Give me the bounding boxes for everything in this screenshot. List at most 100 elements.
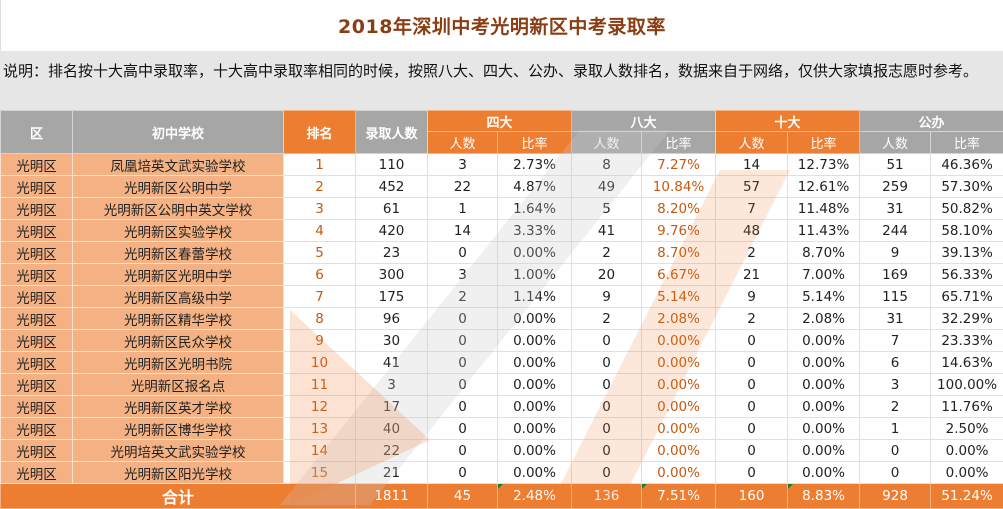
admitted-cell: 22	[356, 440, 428, 462]
top4-count-cell: 1	[428, 198, 498, 220]
top8-rate-cell: 7.27%	[642, 154, 716, 176]
top8-count-cell: 49	[572, 176, 642, 198]
rank-cell: 13	[284, 418, 356, 440]
public-count-cell: 1	[860, 418, 931, 440]
admitted-cell: 3	[356, 374, 428, 396]
rank-cell: 7	[284, 286, 356, 308]
school-cell: 光明新区公明中学	[73, 176, 284, 198]
total-top10-rate-value: 8.83%	[802, 488, 845, 504]
district-cell: 光明区	[1, 242, 73, 264]
top10-count-cell: 0	[716, 462, 788, 484]
header-district: 区	[1, 111, 73, 154]
rank-cell: 11	[284, 374, 356, 396]
top10-rate-cell: 11.43%	[788, 220, 860, 242]
table-row: 光明区光明新区公明中学2452224.87%4910.84%5712.61%25…	[1, 176, 1003, 198]
district-cell: 光明区	[1, 154, 73, 176]
admitted-cell: 41	[356, 352, 428, 374]
top10-rate-cell: 0.00%	[788, 374, 860, 396]
page-title: 2018年深圳中考光明新区中考录取率	[338, 12, 666, 39]
top10-rate-cell: 0.00%	[788, 462, 860, 484]
public-rate-cell: 0.00%	[931, 462, 1003, 484]
header-group-top4: 四大	[428, 111, 572, 132]
top10-count-cell: 9	[716, 286, 788, 308]
table-row: 光明区光明新区实验学校4420143.33%419.76%4811.43%244…	[1, 220, 1003, 242]
admitted-cell: 21	[356, 462, 428, 484]
top10-rate-cell: 12.61%	[788, 176, 860, 198]
school-cell: 光明新区阳光学校	[73, 462, 284, 484]
school-cell: 光明新区光明中学	[73, 264, 284, 286]
header-top8-rate: 比率	[642, 132, 716, 154]
top4-count-cell: 3	[428, 154, 498, 176]
top4-rate-cell: 0.00%	[498, 462, 572, 484]
top8-rate-cell: 0.00%	[642, 396, 716, 418]
top4-count-cell: 0	[428, 396, 498, 418]
top8-count-cell: 2	[572, 308, 642, 330]
public-count-cell: 3	[860, 374, 931, 396]
header-rank: 排名	[284, 111, 356, 154]
top8-rate-cell: 9.76%	[642, 220, 716, 242]
top4-count-cell: 2	[428, 286, 498, 308]
top10-rate-cell: 0.00%	[788, 396, 860, 418]
top10-rate-cell: 12.73%	[788, 154, 860, 176]
public-rate-cell: 23.33%	[931, 330, 1003, 352]
public-count-cell: 259	[860, 176, 931, 198]
district-cell: 光明区	[1, 440, 73, 462]
public-rate-cell: 2.50%	[931, 418, 1003, 440]
admitted-cell: 23	[356, 242, 428, 264]
top4-count-cell: 0	[428, 374, 498, 396]
public-count-cell: 51	[860, 154, 931, 176]
public-rate-cell: 57.30%	[931, 176, 1003, 198]
top4-rate-cell: 0.00%	[498, 352, 572, 374]
public-rate-cell: 58.10%	[931, 220, 1003, 242]
admitted-cell: 17	[356, 396, 428, 418]
school-cell: 光明新区公明中英文学校	[73, 198, 284, 220]
school-cell: 光明新区报名点	[73, 374, 284, 396]
public-count-cell: 7	[860, 330, 931, 352]
table-row: 光明区光明新区公明中英文学校36111.64%58.20%711.48%3150…	[1, 198, 1003, 220]
top8-count-cell: 0	[572, 352, 642, 374]
top4-rate-cell: 1.64%	[498, 198, 572, 220]
public-count-cell: 115	[860, 286, 931, 308]
admitted-cell: 452	[356, 176, 428, 198]
top8-rate-cell: 6.67%	[642, 264, 716, 286]
top8-count-cell: 2	[572, 242, 642, 264]
table-row: 光明区光明新区民众学校93000.00%00.00%00.00%723.33%	[1, 330, 1003, 352]
school-cell: 光明新区民众学校	[73, 330, 284, 352]
district-cell: 光明区	[1, 308, 73, 330]
top4-rate-cell: 0.00%	[498, 440, 572, 462]
top8-rate-cell: 0.00%	[642, 374, 716, 396]
table-row: 光明区光明新区高级中学717521.14%95.14%95.14%11565.7…	[1, 286, 1003, 308]
district-cell: 光明区	[1, 198, 73, 220]
header-admitted: 录取人数	[356, 111, 428, 154]
public-rate-cell: 0.00%	[931, 440, 1003, 462]
top10-count-cell: 0	[716, 440, 788, 462]
school-cell: 光明新区博华学校	[73, 418, 284, 440]
admitted-cell: 30	[356, 330, 428, 352]
school-cell: 光明新区英才学校	[73, 396, 284, 418]
top8-rate-cell: 0.00%	[642, 440, 716, 462]
rank-cell: 3	[284, 198, 356, 220]
header-public-rate: 比率	[931, 132, 1003, 154]
table-row: 光明区凤凰培英文武实验学校111032.73%87.27%1412.73%514…	[1, 154, 1003, 176]
top10-rate-cell: 0.00%	[788, 418, 860, 440]
formula-marker-icon	[642, 484, 647, 489]
top4-count-cell: 0	[428, 308, 498, 330]
top10-count-cell: 21	[716, 264, 788, 286]
table-row: 光明区光明新区英才学校121700.00%00.00%00.00%211.76%	[1, 396, 1003, 418]
district-cell: 光明区	[1, 396, 73, 418]
public-count-cell: 2	[860, 396, 931, 418]
top10-rate-cell: 7.00%	[788, 264, 860, 286]
top4-rate-cell: 0.00%	[498, 330, 572, 352]
top4-rate-cell: 0.00%	[498, 308, 572, 330]
rank-cell: 4	[284, 220, 356, 242]
rank-cell: 10	[284, 352, 356, 374]
top10-count-cell: 48	[716, 220, 788, 242]
district-cell: 光明区	[1, 286, 73, 308]
top8-count-cell: 9	[572, 286, 642, 308]
header-top8-count: 人数	[572, 132, 642, 154]
public-rate-cell: 32.29%	[931, 308, 1003, 330]
admitted-cell: 61	[356, 198, 428, 220]
top4-count-cell: 22	[428, 176, 498, 198]
table-row: 光明区光明新区博华学校134000.00%00.00%00.00%12.50%	[1, 418, 1003, 440]
district-cell: 光明区	[1, 418, 73, 440]
